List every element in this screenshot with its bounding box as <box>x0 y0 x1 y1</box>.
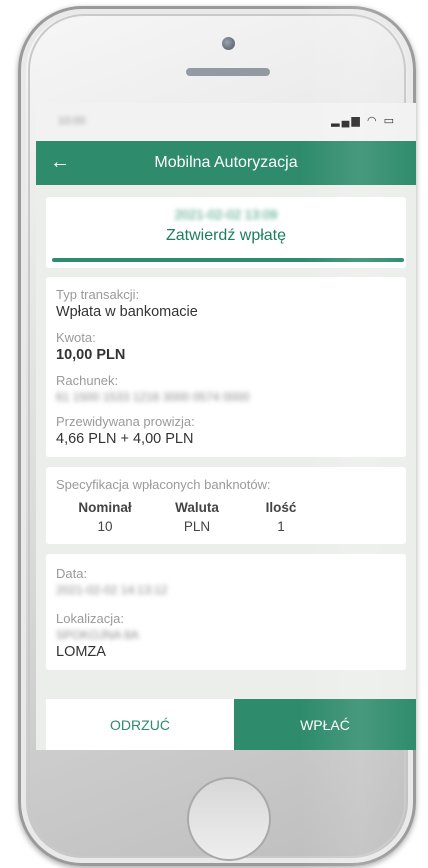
status-bar: 10:00 ▂▄▆ ◠ ▭ <box>36 103 416 141</box>
table-header-currency: Waluta <box>175 500 219 515</box>
transaction-details-card: Typ transakcji: Wpłata w bankomacie Kwot… <box>46 277 406 457</box>
earpiece-speaker <box>186 68 270 76</box>
home-button[interactable] <box>187 777 271 861</box>
location-city: LOMZA <box>56 644 106 660</box>
phone-screen: 10:00 ▂▄▆ ◠ ▭ ← Mobilna Autoryzacja 2021… <box>36 103 416 750</box>
location-card: Data: 2021-02-02 14:13:12 Lokalizacja: S… <box>46 554 406 670</box>
table-cell-nominal: 10 <box>97 519 113 534</box>
app-header: ← Mobilna Autoryzacja <box>36 141 416 185</box>
account-value: 61 1500 1533 1216 3000 0574 0000 <box>56 390 250 404</box>
authorization-date: 2021-02-02 13:09 <box>174 207 278 222</box>
table-cell-quantity: 1 <box>277 519 285 534</box>
location-label: Lokalizacja: <box>56 611 124 626</box>
reject-button[interactable]: ODRZUĆ <box>46 699 234 750</box>
amount-value: 10,00 PLN <box>56 347 126 363</box>
date-label: Data: <box>56 566 88 581</box>
authorization-card: 2021-02-02 13:09 Zatwierdź wpłatę <box>46 197 406 268</box>
front-camera <box>222 37 235 50</box>
transaction-type-value: Wpłata w bankomacie <box>56 304 198 320</box>
timer-progress-bar <box>52 258 404 262</box>
table-header-nominal: Nominał <box>78 500 132 515</box>
transaction-type-label: Typ transakcji: <box>56 287 140 302</box>
fee-label: Przewidywana prowizja: <box>56 414 195 429</box>
deposit-button[interactable]: WPŁAĆ <box>234 699 416 750</box>
account-label: Rachunek: <box>56 373 119 388</box>
authorization-title: Zatwierdź wpłatę <box>165 227 287 244</box>
status-time: 10:00 <box>58 115 86 127</box>
spec-title: Specyfikacja wpłaconych banknotów: <box>56 477 271 492</box>
signal-wifi-battery-icon: ▂▄▆ ◠ ▭ <box>331 115 396 127</box>
location-street: SPOKOJNA 8A <box>56 628 139 642</box>
action-buttons: ODRZUĆ WPŁAĆ <box>46 699 416 750</box>
table-header-quantity: Ilość <box>265 500 297 515</box>
amount-label: Kwota: <box>56 330 96 345</box>
date-value: 2021-02-02 14:13:12 <box>56 583 168 597</box>
banknote-spec-card: Specyfikacja wpłaconych banknotów: Nomin… <box>46 467 406 544</box>
fee-value: 4,66 PLN + 4,00 PLN <box>56 431 194 447</box>
banknote-table: Nominał Waluta Ilość 10 PLN 1 <box>56 500 396 534</box>
table-cell-currency: PLN <box>183 519 211 534</box>
page-title: Mobilna Autoryzacja <box>154 154 298 171</box>
